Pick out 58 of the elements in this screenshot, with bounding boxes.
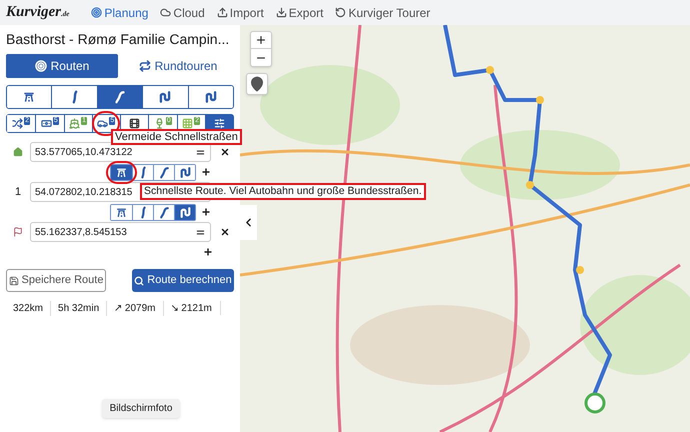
- save-route-button[interactable]: Speichere Route: [6, 269, 106, 292]
- close-icon[interactable]: [220, 147, 230, 157]
- repeat-icon: [138, 60, 151, 72]
- download-icon: [276, 7, 287, 18]
- nav-link[interactable]: Kurviger Tourer: [335, 4, 430, 22]
- nav-link[interactable]: Export: [276, 4, 324, 22]
- winding-road-icon: [178, 206, 192, 218]
- waypoint-input[interactable]: 53.577065,10.473122: [30, 142, 211, 162]
- calculate-route-button[interactable]: Route berechnen: [132, 269, 234, 292]
- map-pin-icon: [249, 76, 265, 92]
- nav-link[interactable]: Cloud: [160, 4, 205, 22]
- tooltip: Schnellste Route. Viel Autobahn und große Bundesstraßen.: [140, 183, 426, 200]
- nav-link[interactable]: Import: [216, 4, 264, 22]
- plus-icon[interactable]: [203, 247, 213, 257]
- tooltip: Vermeide Schnellstraßen: [111, 129, 242, 145]
- banknote-icon: [40, 118, 52, 129]
- target-icon: [91, 7, 102, 18]
- route-type-button[interactable]: [111, 164, 132, 180]
- target-icon: [34, 60, 47, 72]
- route-stat: 5h 32min: [50, 300, 106, 316]
- waypoint-input[interactable]: 55.162337,8.545153: [30, 222, 211, 242]
- save-icon: [8, 276, 19, 286]
- grid-icon: [182, 118, 194, 129]
- road-type-button[interactable]: [96, 86, 142, 108]
- winding-road-icon: [178, 166, 192, 178]
- curve-icon: [158, 206, 170, 218]
- winding-road-icon: [158, 90, 172, 104]
- mode-tab[interactable]: Routen: [6, 54, 118, 78]
- ship-icon: [69, 118, 80, 129]
- road-type-button[interactable]: [188, 86, 233, 108]
- search-icon: [134, 276, 144, 286]
- plus-icon[interactable]: [201, 167, 211, 177]
- cloud-icon: [160, 7, 172, 18]
- home-icon: [13, 147, 23, 157]
- nav-link[interactable]: Planung: [91, 4, 148, 22]
- upload-icon: [216, 7, 228, 18]
- route-stat: ↗ 2079m: [106, 300, 163, 316]
- route-title: Basthorst - Rømø Familie Campin...: [6, 30, 230, 49]
- flag-icon: [13, 227, 23, 237]
- route-stat: 322km: [12, 302, 44, 316]
- collapse-panel-button[interactable]: [240, 205, 257, 240]
- location-button[interactable]: [246, 73, 268, 95]
- swirl-icon: [335, 7, 346, 18]
- route-type-button[interactable]: [174, 204, 195, 220]
- sliders-icon: [214, 118, 225, 129]
- plus-icon: [255, 34, 267, 46]
- car-icon: [97, 118, 108, 129]
- winding-road-icon: [204, 90, 218, 104]
- waypoint-number: 1: [14, 184, 22, 200]
- route-type-button[interactable]: [174, 164, 195, 180]
- route-stat: ↘ 2121m: [162, 300, 219, 316]
- tooltip: Bildschirmfoto: [102, 399, 180, 418]
- plus-icon[interactable]: [201, 207, 211, 217]
- curve-icon: [113, 90, 128, 104]
- film-icon: [129, 118, 140, 129]
- curve-icon: [158, 166, 170, 178]
- close-icon[interactable]: [220, 227, 230, 237]
- shuffle-icon: [12, 118, 24, 129]
